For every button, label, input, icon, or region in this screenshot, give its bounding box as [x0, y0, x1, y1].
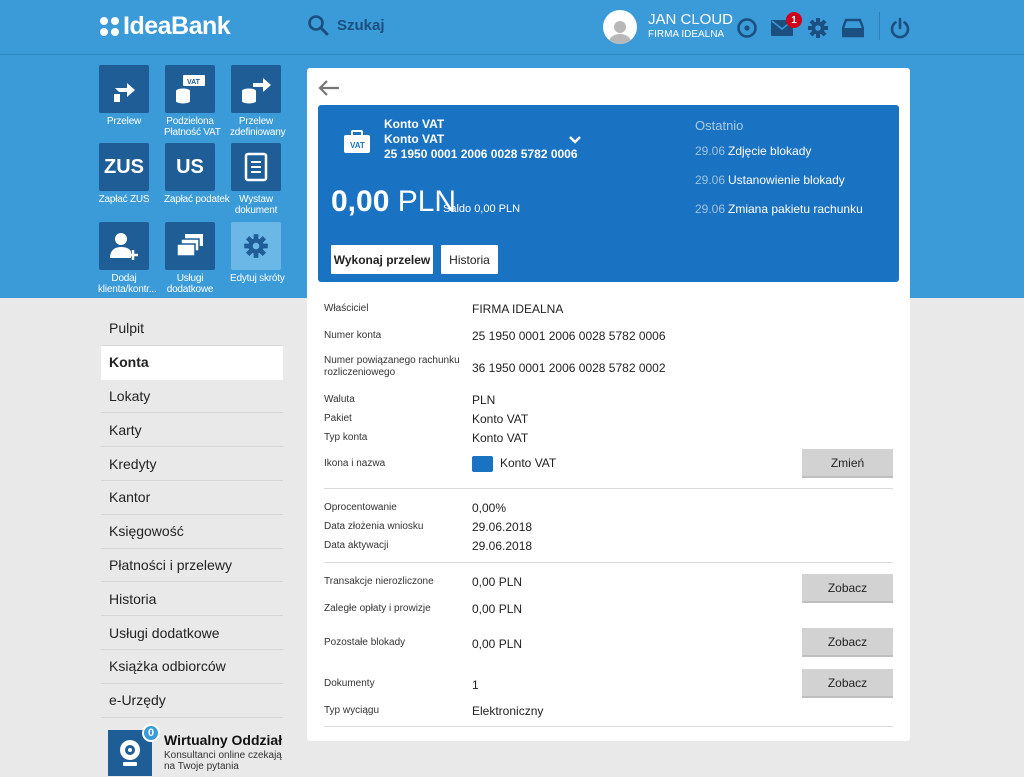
virtual-office-subtitle: Konsultanci online czekają na Twoje pytan…	[164, 750, 282, 772]
svg-text:VAT: VAT	[187, 79, 201, 86]
activation-date-value: 29.06.2018	[472, 539, 533, 553]
shortcut-issue-document[interactable]: Wystaw dokument	[230, 143, 282, 216]
shortcut-add-client[interactable]: Dodaj klienta/kontr...	[98, 222, 157, 295]
shortcut-label: Podzielona Płatność VAT	[164, 116, 221, 138]
settings-button[interactable]	[806, 16, 830, 40]
inbox-button[interactable]	[841, 16, 865, 40]
shortcut-label: Zapłać ZUS	[98, 194, 150, 205]
activation-date-label: Data aktywacji	[324, 540, 389, 551]
package-label: Pakiet	[324, 413, 352, 424]
currency-value: PLN	[472, 393, 496, 407]
shortcut-split-vat[interactable]: VAT Podzielona Płatność VAT	[164, 65, 221, 138]
sidebar-item-kredyty[interactable]: Kredyty	[101, 447, 283, 481]
statement-label: Typ wyciągu	[324, 705, 380, 716]
sidebar-item-uslugi[interactable]: Usługi dodatkowe	[101, 616, 283, 650]
icon-name-value: Konto VAT	[472, 456, 556, 472]
unsettled-label: Transakcje nierozliczone	[324, 576, 434, 587]
icon-label: Ikona i nazwa	[324, 458, 386, 469]
shortcut-label: Przelew	[106, 116, 142, 127]
shortcut-zus[interactable]: ZUS Zapłać ZUS	[98, 143, 150, 205]
view-documents-button[interactable]: Zobacz	[802, 669, 893, 698]
sidebar-item-platnosci[interactable]: Płatności i przelewy	[101, 549, 283, 583]
interest-label: Oprocentowanie	[324, 502, 397, 513]
blocks-label: Pozostałe blokady	[324, 637, 406, 648]
header-divider	[0, 54, 1024, 55]
chat-button[interactable]	[735, 16, 759, 40]
view-unsettled-button[interactable]: Zobacz	[802, 574, 893, 603]
sidebar-item-ksiazka[interactable]: Książka odbiorców	[101, 650, 283, 684]
shortcut-label: Przelew zdefiniowany	[230, 116, 286, 138]
shortcut-przelew[interactable]: Przelew	[98, 65, 150, 127]
sidebar-item-kantor[interactable]: Kantor	[101, 481, 283, 515]
shortcut-label: Zapłać podatek	[164, 194, 230, 205]
number-value: 25 1950 0001 2006 0028 5782 0006	[472, 329, 666, 343]
cards-icon	[165, 222, 215, 270]
shortcut-tax[interactable]: US Zapłać podatek	[164, 143, 230, 205]
documents-value: 1	[472, 678, 479, 692]
messages-button[interactable]: 1	[770, 12, 802, 40]
shortcut-label: Usługi dodatkowe	[166, 273, 214, 295]
coins-arrow-icon	[231, 65, 281, 113]
document-icon	[231, 143, 281, 191]
zus-icon: ZUS	[99, 143, 149, 191]
sidebar-item-konta[interactable]: Konta	[101, 345, 283, 380]
virtual-office-title: Wirtualny Oddział	[164, 732, 283, 748]
shortcut-label: Wystaw dokument	[234, 194, 278, 216]
shortcut-label: Dodaj klienta/kontr...	[98, 273, 157, 295]
virtual-office-badge: 0	[142, 724, 160, 742]
shortcut-edit[interactable]: Edytuj skróty	[230, 222, 285, 284]
linked-account-label: Numer powiązanego rachunku rozliczenioweg…	[324, 355, 460, 378]
overdue-label: Zaległe opłaty i prowizje	[324, 603, 431, 614]
application-date-label: Data złożenia wniosku	[324, 521, 424, 532]
wallet-icon	[472, 456, 493, 472]
number-label: Numer konta	[324, 330, 382, 341]
shortcut-label: Edytuj skróty	[230, 273, 285, 284]
interest-value: 0,00%	[472, 501, 507, 515]
vat-split-icon: VAT	[165, 65, 215, 113]
account-card: VAT Konto VAT Konto VAT 25 1950 0001 200…	[307, 68, 910, 741]
tray-icon	[842, 18, 864, 38]
gear-icon	[808, 18, 828, 38]
divider	[324, 726, 893, 727]
account-details: Właściciel FIRMA IDEALNA Numer konta 25 …	[307, 68, 910, 741]
unsettled-value: 0,00 PLN	[472, 575, 523, 589]
add-user-icon	[99, 222, 149, 270]
gear-icon	[231, 222, 281, 270]
sidebar-item-ksiegowosc[interactable]: Księgowość	[101, 515, 283, 549]
package-value: Konto VAT	[472, 412, 529, 426]
sidebar-item-historia[interactable]: Historia	[101, 582, 283, 617]
type-value: Konto VAT	[472, 431, 529, 445]
view-blocks-button[interactable]: Zobacz	[802, 628, 893, 657]
sidebar-nav: Pulpit Konta Lokaty Karty Kredyty Kantor…	[101, 312, 283, 718]
linked-account-value: 36 1950 0001 2006 0028 5782 0002	[472, 361, 666, 375]
type-label: Typ konta	[324, 432, 368, 443]
virtual-office[interactable]: 0 Wirtualny Oddział Konsultanci online c…	[108, 724, 284, 777]
sidebar-item-e-urzedy[interactable]: e-Urzędy	[101, 684, 283, 718]
sidebar-item-pulpit[interactable]: Pulpit	[101, 312, 283, 346]
messages-badge: 1	[786, 12, 802, 28]
shortcut-defined-transfer[interactable]: Przelew zdefiniowany	[230, 65, 286, 138]
overdue-value: 0,00 PLN	[472, 602, 523, 616]
header-separator	[879, 12, 880, 40]
divider	[324, 562, 893, 563]
us-icon: US	[165, 143, 215, 191]
currency-label: Waluta	[324, 394, 355, 405]
owner-value: FIRMA IDEALNA	[472, 302, 564, 316]
arrow-hand-icon	[99, 65, 149, 113]
header-icons: 1	[0, 12, 1024, 40]
documents-label: Dokumenty	[324, 678, 375, 689]
chat-circle-icon	[737, 18, 757, 38]
owner-label: Właściciel	[324, 303, 369, 314]
sidebar-item-karty[interactable]: Karty	[101, 413, 283, 448]
statement-value: Elektroniczny	[472, 704, 544, 718]
application-date-value: 29.06.2018	[472, 520, 533, 534]
power-icon	[890, 17, 910, 39]
change-button[interactable]: Zmień	[802, 449, 893, 478]
divider	[324, 488, 893, 489]
logout-button[interactable]	[888, 16, 912, 40]
blocks-value: 0,00 PLN	[472, 637, 523, 651]
sidebar-item-lokaty[interactable]: Lokaty	[101, 380, 283, 414]
shortcut-additional-services[interactable]: Usługi dodatkowe	[164, 222, 216, 295]
